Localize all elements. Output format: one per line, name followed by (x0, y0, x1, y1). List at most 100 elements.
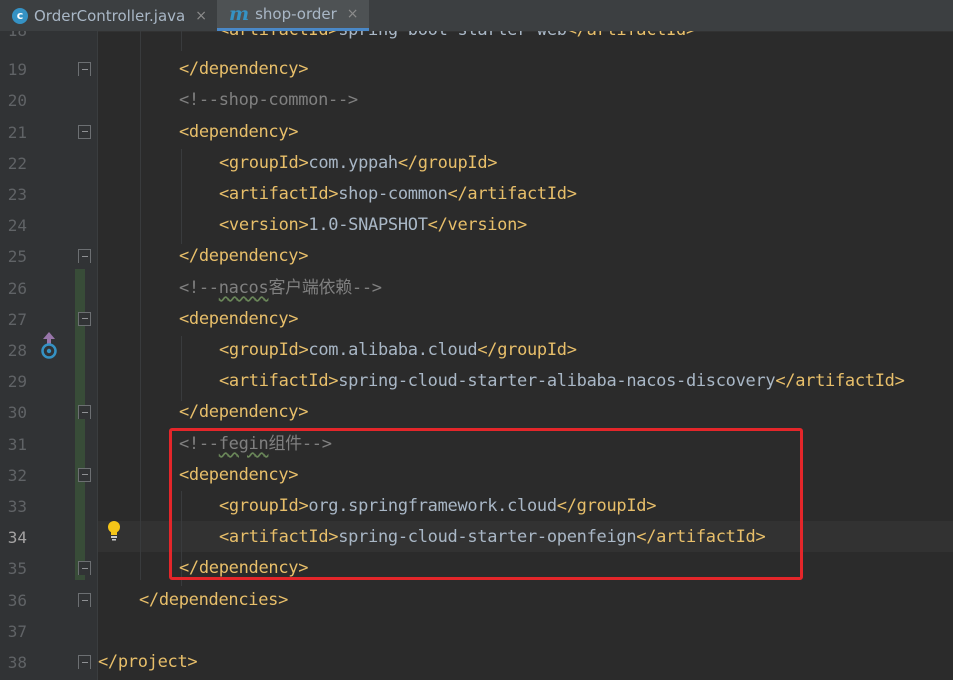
tab-label: OrderController.java (34, 6, 186, 25)
line-number[interactable]: 34 (0, 522, 27, 553)
fold-marker-icon[interactable] (78, 561, 91, 575)
code-text[interactable]: <dependency> (179, 117, 299, 148)
xml-tag: </groupId> (397, 153, 498, 173)
xml-tag: </ (567, 31, 587, 40)
lightbulb-icon[interactable] (107, 520, 121, 542)
code-text[interactable]: <artifactId>spring-boot-starter-web</art… (219, 31, 696, 46)
xml-tag: <groupId> (219, 340, 309, 360)
xml-tag: </version> (427, 215, 528, 235)
fold-marker-icon[interactable] (78, 593, 91, 607)
xml-tag: > (328, 31, 338, 40)
xml-tag: <artifactId> (219, 184, 339, 204)
code-line[interactable]: 23 <artifactId>shop-common</artifactId> (0, 179, 953, 210)
implementation-gutter-icon[interactable] (39, 331, 59, 359)
code-line[interactable]: 21 <dependency> (0, 117, 953, 148)
xml-tag: </dependency> (179, 246, 309, 266)
xml-comment: nacos (218, 278, 269, 298)
line-number[interactable]: 22 (0, 148, 27, 179)
xml-tag: </project> (98, 652, 198, 672)
tab-order-controller[interactable]: c OrderController.java × (0, 0, 217, 31)
fold-marker-icon[interactable] (78, 655, 91, 669)
xml-tag: < (219, 31, 229, 40)
code-text[interactable]: </dependency> (179, 397, 308, 428)
code-text[interactable]: <!--shop-common--> (179, 85, 358, 116)
code-line[interactable]: 30 </dependency> (0, 397, 953, 428)
xml-tag: <artifactId> (219, 371, 339, 391)
xml-text: shop-common (338, 184, 448, 204)
xml-tag: </dependency> (179, 402, 309, 422)
line-number[interactable]: 31 (0, 429, 27, 460)
code-text[interactable]: <version>1.0-SNAPSHOT</version> (219, 210, 527, 241)
xml-tag: </artifactId> (775, 371, 905, 391)
code-text[interactable]: </dependency> (179, 54, 308, 85)
line-number[interactable]: 25 (0, 241, 27, 272)
xml-tag: <dependency> (179, 122, 299, 142)
xml-text: com.yppah (308, 153, 398, 173)
line-number[interactable]: 28 (0, 335, 27, 366)
code-line[interactable]: 26 <!--nacos客户端依赖--> (0, 273, 953, 304)
fold-marker-icon[interactable] (78, 249, 91, 263)
xml-tag: <version> (219, 215, 309, 235)
line-number[interactable]: 35 (0, 553, 27, 584)
code-line[interactable]: 37 (0, 616, 953, 647)
xml-text: spring-cloud-starter-alibaba-nacos-disco… (338, 371, 776, 391)
code-editor[interactable]: 18<artifactId>spring-boot-starter-web</a… (0, 31, 953, 680)
line-number[interactable]: 38 (0, 647, 27, 678)
xml-comment: <!-- (179, 278, 219, 298)
code-line[interactable]: 25 </dependency> (0, 241, 953, 272)
xml-tag: > (686, 31, 696, 40)
code-text[interactable]: <artifactId>shop-common</artifactId> (219, 179, 577, 210)
code-line[interactable]: 19 </dependency> (0, 54, 953, 85)
fold-marker-icon[interactable] (78, 125, 91, 139)
line-number[interactable]: 37 (0, 616, 27, 647)
xml-text: spring-boot-starter-web (338, 31, 567, 40)
line-number[interactable]: 33 (0, 491, 27, 522)
code-line[interactable]: 20 <!--shop-common--> (0, 85, 953, 116)
code-text[interactable]: </project> (98, 647, 198, 678)
tab-label: shop-order (255, 5, 337, 23)
code-text[interactable]: <dependency> (179, 304, 299, 335)
editor-tab-bar: c OrderController.java × m shop-order × (0, 0, 953, 32)
line-number[interactable]: 21 (0, 117, 27, 148)
line-number[interactable]: 29 (0, 366, 27, 397)
line-number[interactable]: 30 (0, 397, 27, 428)
fold-marker-icon[interactable] (78, 468, 91, 482)
line-number[interactable]: 18 (0, 31, 27, 46)
xml-tag: </dependency> (179, 59, 309, 79)
code-line[interactable]: 22 <groupId>com.yppah</groupId> (0, 148, 953, 179)
line-number[interactable]: 36 (0, 585, 27, 616)
fold-marker-icon[interactable] (78, 405, 91, 419)
code-text[interactable]: </dependency> (179, 241, 308, 272)
code-text[interactable]: <artifactId>spring-cloud-starter-alibaba… (219, 366, 905, 397)
maven-icon: m (228, 2, 250, 25)
line-number[interactable]: 32 (0, 460, 27, 491)
xml-tag: <dependency> (179, 309, 299, 329)
code-text[interactable]: <!--nacos客户端依赖--> (179, 273, 382, 304)
xml-tag: </groupId> (477, 340, 577, 360)
code-text[interactable]: </dependencies> (139, 585, 288, 616)
close-icon[interactable]: × (195, 8, 207, 24)
xml-tag: </dependencies> (139, 590, 289, 610)
tab-shop-order[interactable]: m shop-order × (216, 0, 369, 31)
line-number[interactable]: 24 (0, 210, 27, 241)
line-number[interactable]: 23 (0, 179, 27, 210)
code-line[interactable]: 28 <groupId>com.alibaba.cloud</groupId> (0, 335, 953, 366)
line-number[interactable]: 19 (0, 54, 27, 85)
fold-marker-icon[interactable] (78, 312, 91, 326)
code-line[interactable]: 38 </project> (0, 647, 953, 678)
line-number[interactable]: 26 (0, 273, 27, 304)
code-text[interactable]: <groupId>com.alibaba.cloud</groupId> (219, 335, 577, 366)
code-line[interactable]: 18<artifactId>spring-boot-starter-web</a… (0, 31, 953, 46)
code-line[interactable]: 36 </dependencies> (0, 585, 953, 616)
code-line[interactable]: 27 <dependency> (0, 304, 953, 335)
code-line[interactable]: 29 <artifactId>spring-cloud-starter-aliba… (0, 366, 953, 397)
xml-tag: artifactId (229, 31, 329, 40)
code-text[interactable]: <groupId>com.yppah</groupId> (219, 148, 498, 179)
close-icon[interactable]: × (347, 6, 359, 22)
code-line[interactable]: 24 <version>1.0-SNAPSHOT</version> (0, 210, 953, 241)
line-number[interactable]: 20 (0, 85, 27, 116)
xml-comment: <!--shop-common--> (179, 90, 358, 110)
fold-marker-icon[interactable] (78, 62, 91, 76)
xml-text: 1.0-SNAPSHOT (308, 215, 428, 235)
line-number[interactable]: 27 (0, 304, 27, 335)
